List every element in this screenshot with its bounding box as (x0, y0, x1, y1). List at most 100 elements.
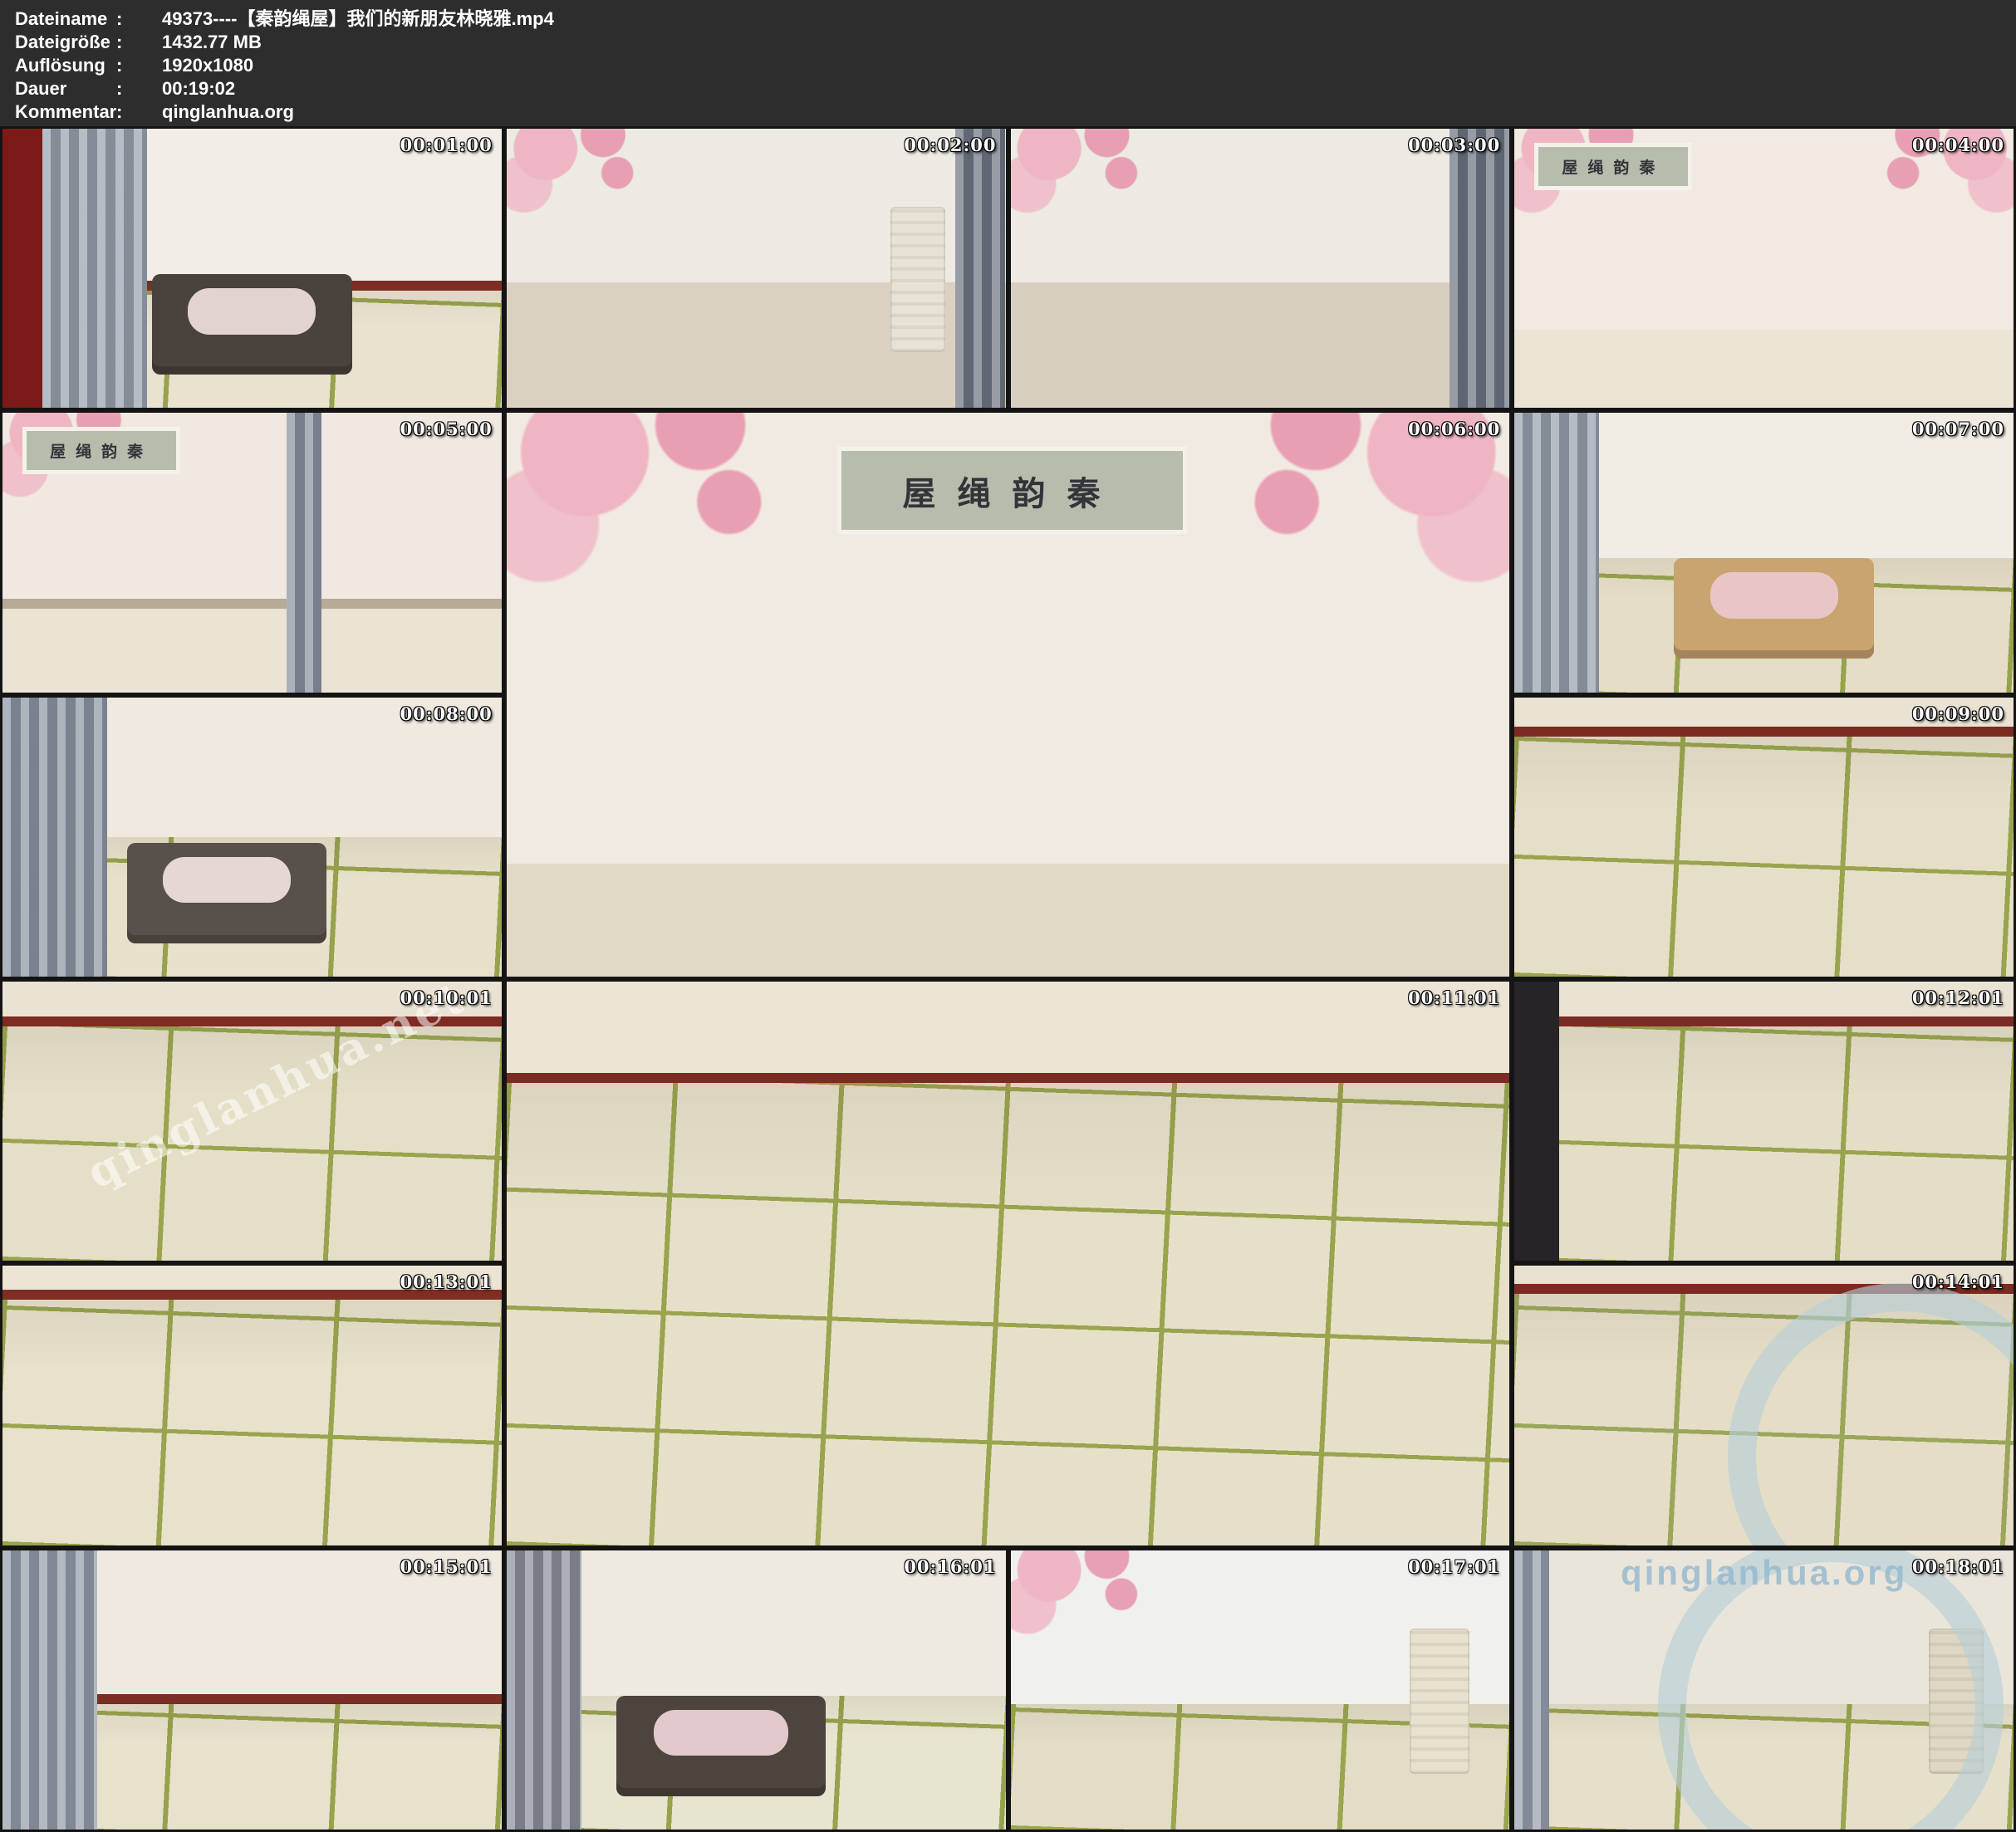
sofa (127, 843, 326, 943)
calligraphy-banner: 屋绳韵秦 (837, 447, 1187, 534)
meta-value-duration: 00:19:02 (147, 77, 2016, 100)
thumbnail-frame-7: 00:07:00 (1514, 413, 2014, 692)
thumbnail-frame-11: 00:11:01 (507, 982, 1510, 1545)
sofa-pillow (163, 857, 291, 904)
sofa (616, 1696, 826, 1796)
cherry-blossom-decoration (507, 129, 671, 227)
door-panel (2, 129, 42, 408)
calligraphy-banner: 屋绳韵秦 (22, 427, 180, 474)
floor-area (2, 609, 502, 693)
baseboard (2, 599, 502, 609)
timestamp-overlay: 00:09:00 (1912, 703, 2004, 724)
thumbnail-frame-2: 00:02:00 (507, 129, 1006, 408)
baseboard (1514, 727, 2014, 737)
thumbnail-frame-12: 00:12:01 (1514, 982, 2014, 1261)
timestamp-overlay: 00:03:00 (1408, 135, 1500, 155)
meta-label: Dauer (15, 77, 116, 100)
meta-row-dateigroesse: Dateigröße : 1432.77 MB (15, 31, 2016, 54)
timestamp-overlay: 00:01:00 (400, 135, 493, 155)
meta-separator: : (116, 7, 147, 31)
thumbnail-frame-14: 00:14:01 (1514, 1266, 2014, 1545)
meta-separator: : (116, 100, 147, 124)
thumbnail-frame-18: qinglanhua.org00:18:01 (1514, 1550, 2014, 1830)
meta-separator: : (116, 77, 147, 100)
floor-area (1514, 330, 2014, 408)
thumbnail-frame-16: 00:16:01 (507, 1550, 1006, 1830)
floor-area (1011, 282, 1510, 408)
thumbnail-frame-4: 屋绳韵秦 00:04:00 (1514, 129, 2014, 408)
door-panel (1514, 982, 1559, 1261)
timestamp-overlay: 00:08:00 (400, 703, 493, 724)
file-metadata-header: Dateiname : 49373----【秦韵绳屋】我们的新朋友林晓雅.mp4… (0, 0, 2016, 126)
cherry-blossom-decoration (1179, 413, 1509, 610)
meta-row-kommentar: Kommentar : qinglanhua.org (15, 100, 2016, 124)
thumbnail-frame-1: 00:01:00 (2, 129, 502, 408)
baseboard (507, 1073, 1510, 1083)
thumbnail-frame-5: 屋绳韵秦 00:05:00 (2, 413, 502, 692)
meta-label: Dateigröße (15, 31, 116, 54)
thumbnail-frame-10: qinglanhua.net00:10:01 (2, 982, 502, 1261)
thumbnail-frame-13: 00:13:01 (2, 1266, 502, 1545)
curtain (287, 413, 321, 692)
air-conditioner-unit (1410, 1629, 1469, 1774)
timestamp-overlay: 00:14:01 (1912, 1271, 2004, 1292)
timestamp-overlay: 00:18:01 (1912, 1556, 2004, 1577)
thumbnail-frame-6: 屋绳韵秦 00:06:00 (507, 413, 1510, 977)
timestamp-overlay: 00:02:00 (904, 135, 996, 155)
wall-area (507, 982, 1510, 1083)
thumbnail-frame-8: 00:08:00 (2, 698, 502, 977)
sofa-pillow (1710, 572, 1838, 619)
curtain (2, 698, 107, 977)
curtain (1514, 413, 1599, 692)
floor-area (1514, 737, 2014, 977)
meta-label: Dateiname (15, 7, 116, 31)
meta-separator: : (116, 54, 147, 77)
meta-row-dauer: Dauer : 00:19:02 (15, 77, 2016, 100)
calligraphy-banner: 屋绳韵秦 (1534, 143, 1692, 190)
curtain (507, 1550, 581, 1830)
meta-value-comment: qinglanhua.org (147, 100, 2016, 124)
floor-area (2, 1026, 502, 1261)
thumbnail-grid: 00:01:0000:02:0000:03:00屋绳韵秦00:04:00屋绳韵秦… (0, 126, 2016, 1832)
curtain (1449, 129, 1509, 408)
sofa (1674, 558, 1873, 659)
meta-row-dateiname: Dateiname : 49373----【秦韵绳屋】我们的新朋友林晓雅.mp4 (15, 7, 2016, 31)
baseboard (1514, 1016, 2014, 1026)
cherry-blossom-decoration (507, 413, 837, 610)
timestamp-overlay: 00:04:00 (1912, 135, 2004, 155)
curtain (2, 1550, 97, 1830)
timestamp-overlay: 00:11:01 (1408, 987, 1500, 1008)
meta-value-resolution: 1920x1080 (147, 54, 2016, 77)
curtain (955, 129, 1005, 408)
timestamp-overlay: 00:10:01 (400, 987, 493, 1008)
floor-area (507, 864, 1510, 977)
thumbnail-frame-3: 00:03:00 (1011, 129, 1510, 408)
cherry-blossom-decoration (1011, 1550, 1175, 1648)
air-conditioner-unit (890, 207, 945, 352)
meta-value-filename: 49373----【秦韵绳屋】我们的新朋友林晓雅.mp4 (147, 7, 2016, 31)
cherry-blossom-decoration (1011, 129, 1175, 227)
sofa-pillow (188, 288, 316, 335)
timestamp-overlay: 00:07:00 (1912, 419, 2004, 439)
floor-area (1514, 1026, 2014, 1261)
sofa (152, 274, 351, 375)
floor-area (507, 1083, 1510, 1545)
meta-value-filesize: 1432.77 MB (147, 31, 2016, 54)
timestamp-overlay: 00:05:00 (400, 419, 493, 439)
curtain (42, 129, 147, 408)
timestamp-overlay: 00:06:00 (1408, 419, 1500, 439)
meta-label: Kommentar (15, 100, 116, 124)
floor-area (2, 1300, 502, 1545)
thumbnail-frame-15: 00:15:01 (2, 1550, 502, 1830)
meta-separator: : (116, 31, 147, 54)
baseboard (507, 854, 1510, 864)
timestamp-overlay: 00:12:01 (1912, 987, 2004, 1008)
timestamp-overlay: 00:13:01 (400, 1271, 493, 1292)
thumbnail-frame-17: 00:17:01 (1011, 1550, 1510, 1830)
timestamp-overlay: 00:16:01 (904, 1556, 996, 1577)
meta-label: Auflösung (15, 54, 116, 77)
sofa-pillow (654, 1710, 787, 1756)
timestamp-overlay: 00:15:01 (400, 1556, 493, 1577)
thumbnail-frame-9: 00:09:00 (1514, 698, 2014, 977)
timestamp-overlay: 00:17:01 (1408, 1556, 1500, 1577)
